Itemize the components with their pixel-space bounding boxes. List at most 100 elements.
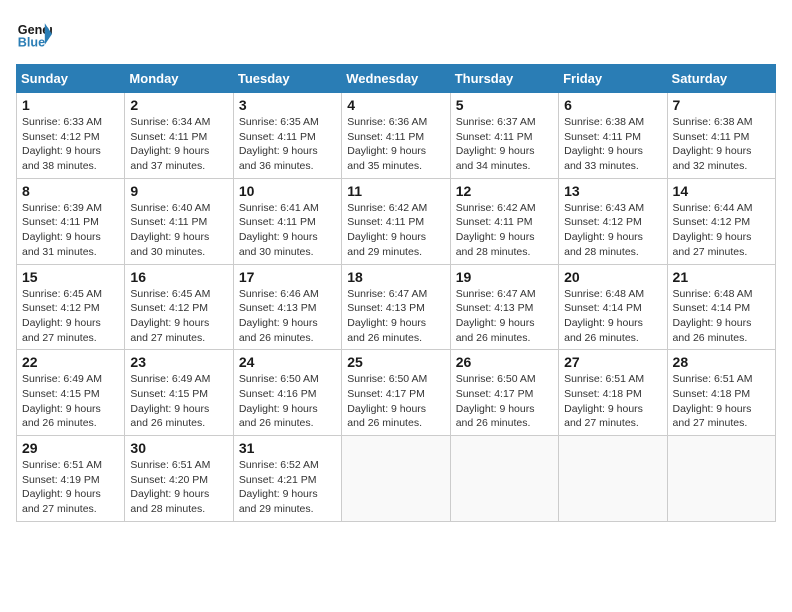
calendar-cell	[559, 436, 667, 522]
calendar-cell: 1 Sunrise: 6:33 AMSunset: 4:12 PMDaylight…	[17, 93, 125, 179]
day-info: Sunrise: 6:42 AMSunset: 4:11 PMDaylight:…	[456, 201, 553, 260]
day-info: Sunrise: 6:41 AMSunset: 4:11 PMDaylight:…	[239, 201, 336, 260]
day-info: Sunrise: 6:48 AMSunset: 4:14 PMDaylight:…	[673, 287, 770, 346]
day-number: 4	[347, 97, 444, 113]
day-number: 7	[673, 97, 770, 113]
calendar-cell: 19Sunrise: 6:47 AMSunset: 4:13 PMDayligh…	[450, 264, 558, 350]
calendar-cell: 24 Sunrise: 6:50 AMSunset: 4:16 PMDayligh…	[233, 350, 341, 436]
header-row: SundayMondayTuesdayWednesdayThursdayFrid…	[17, 65, 776, 93]
calendar-cell: 15 Sunrise: 6:45 AMSunset: 4:12 PMDayligh…	[17, 264, 125, 350]
calendar-cell	[450, 436, 558, 522]
day-info: Sunrise: 6:38 AMSunset: 4:11 PMDaylight:…	[564, 115, 661, 174]
calendar-cell: 27 Sunrise: 6:51 AMSunset: 4:18 PMDayligh…	[559, 350, 667, 436]
day-info: Sunrise: 6:50 AMSunset: 4:16 PMDaylight:…	[239, 372, 336, 431]
day-number: 26	[456, 354, 553, 370]
day-header-monday: Monday	[125, 65, 233, 93]
calendar-cell: 18Sunrise: 6:47 AMSunset: 4:13 PMDayligh…	[342, 264, 450, 350]
day-info: Sunrise: 6:45 AMSunset: 4:12 PMDaylight:…	[130, 287, 227, 346]
day-info: Sunrise: 6:36 AMSunset: 4:11 PMDaylight:…	[347, 115, 444, 174]
calendar-cell: 20 Sunrise: 6:48 AMSunset: 4:14 PMDayligh…	[559, 264, 667, 350]
calendar-cell: 14 Sunrise: 6:44 AMSunset: 4:12 PMDayligh…	[667, 178, 775, 264]
calendar-cell: 13 Sunrise: 6:43 AMSunset: 4:12 PMDayligh…	[559, 178, 667, 264]
day-number: 20	[564, 269, 661, 285]
day-info: Sunrise: 6:34 AMSunset: 4:11 PMDaylight:…	[130, 115, 227, 174]
calendar-cell: 25Sunrise: 6:50 AMSunset: 4:17 PMDayligh…	[342, 350, 450, 436]
calendar-week-3: 15 Sunrise: 6:45 AMSunset: 4:12 PMDayligh…	[17, 264, 776, 350]
day-info: Sunrise: 6:51 AMSunset: 4:18 PMDaylight:…	[673, 372, 770, 431]
calendar-cell: 7Sunrise: 6:38 AMSunset: 4:11 PMDaylight…	[667, 93, 775, 179]
day-number: 10	[239, 183, 336, 199]
day-info: Sunrise: 6:39 AMSunset: 4:11 PMDaylight:…	[22, 201, 119, 260]
day-number: 3	[239, 97, 336, 113]
day-info: Sunrise: 6:51 AMSunset: 4:20 PMDaylight:…	[130, 458, 227, 517]
calendar-cell: 5 Sunrise: 6:37 AMSunset: 4:11 PMDaylight…	[450, 93, 558, 179]
calendar-cell: 2 Sunrise: 6:34 AMSunset: 4:11 PMDaylight…	[125, 93, 233, 179]
day-number: 23	[130, 354, 227, 370]
day-info: Sunrise: 6:52 AMSunset: 4:21 PMDaylight:…	[239, 458, 336, 517]
day-number: 31	[239, 440, 336, 456]
calendar-cell: 17Sunrise: 6:46 AMSunset: 4:13 PMDayligh…	[233, 264, 341, 350]
calendar-week-5: 29Sunrise: 6:51 AMSunset: 4:19 PMDayligh…	[17, 436, 776, 522]
calendar-week-4: 22 Sunrise: 6:49 AMSunset: 4:15 PMDayligh…	[17, 350, 776, 436]
day-number: 11	[347, 183, 444, 199]
calendar-cell: 8 Sunrise: 6:39 AMSunset: 4:11 PMDaylight…	[17, 178, 125, 264]
calendar-cell: 28 Sunrise: 6:51 AMSunset: 4:18 PMDayligh…	[667, 350, 775, 436]
day-number: 1	[22, 97, 119, 113]
day-number: 2	[130, 97, 227, 113]
day-header-wednesday: Wednesday	[342, 65, 450, 93]
day-info: Sunrise: 6:33 AMSunset: 4:12 PMDaylight:…	[22, 115, 119, 174]
day-info: Sunrise: 6:51 AMSunset: 4:19 PMDaylight:…	[22, 458, 119, 517]
logo-icon: General Blue	[16, 16, 52, 52]
calendar-cell: 29Sunrise: 6:51 AMSunset: 4:19 PMDayligh…	[17, 436, 125, 522]
svg-text:Blue: Blue	[18, 36, 45, 50]
day-info: Sunrise: 6:51 AMSunset: 4:18 PMDaylight:…	[564, 372, 661, 431]
day-number: 19	[456, 269, 553, 285]
day-info: Sunrise: 6:43 AMSunset: 4:12 PMDaylight:…	[564, 201, 661, 260]
day-number: 16	[130, 269, 227, 285]
day-number: 9	[130, 183, 227, 199]
calendar-week-2: 8 Sunrise: 6:39 AMSunset: 4:11 PMDaylight…	[17, 178, 776, 264]
day-info: Sunrise: 6:37 AMSunset: 4:11 PMDaylight:…	[456, 115, 553, 174]
day-info: Sunrise: 6:50 AMSunset: 4:17 PMDaylight:…	[456, 372, 553, 431]
day-number: 22	[22, 354, 119, 370]
day-number: 13	[564, 183, 661, 199]
day-info: Sunrise: 6:47 AMSunset: 4:13 PMDaylight:…	[347, 287, 444, 346]
calendar-cell: 16 Sunrise: 6:45 AMSunset: 4:12 PMDayligh…	[125, 264, 233, 350]
day-info: Sunrise: 6:45 AMSunset: 4:12 PMDaylight:…	[22, 287, 119, 346]
day-number: 30	[130, 440, 227, 456]
calendar-cell	[342, 436, 450, 522]
day-info: Sunrise: 6:42 AMSunset: 4:11 PMDaylight:…	[347, 201, 444, 260]
day-header-thursday: Thursday	[450, 65, 558, 93]
day-number: 27	[564, 354, 661, 370]
day-number: 5	[456, 97, 553, 113]
day-header-sunday: Sunday	[17, 65, 125, 93]
day-info: Sunrise: 6:48 AMSunset: 4:14 PMDaylight:…	[564, 287, 661, 346]
calendar-cell: 4 Sunrise: 6:36 AMSunset: 4:11 PMDaylight…	[342, 93, 450, 179]
day-header-friday: Friday	[559, 65, 667, 93]
day-info: Sunrise: 6:35 AMSunset: 4:11 PMDaylight:…	[239, 115, 336, 174]
day-info: Sunrise: 6:49 AMSunset: 4:15 PMDaylight:…	[22, 372, 119, 431]
calendar-cell: 21 Sunrise: 6:48 AMSunset: 4:14 PMDayligh…	[667, 264, 775, 350]
day-header-tuesday: Tuesday	[233, 65, 341, 93]
header: General Blue	[16, 16, 776, 52]
day-number: 8	[22, 183, 119, 199]
calendar-cell: 10 Sunrise: 6:41 AMSunset: 4:11 PMDayligh…	[233, 178, 341, 264]
day-info: Sunrise: 6:44 AMSunset: 4:12 PMDaylight:…	[673, 201, 770, 260]
calendar-table: SundayMondayTuesdayWednesdayThursdayFrid…	[16, 64, 776, 522]
day-info: Sunrise: 6:50 AMSunset: 4:17 PMDaylight:…	[347, 372, 444, 431]
day-number: 21	[673, 269, 770, 285]
logo: General Blue	[16, 16, 52, 52]
day-number: 28	[673, 354, 770, 370]
calendar-cell: 11 Sunrise: 6:42 AMSunset: 4:11 PMDayligh…	[342, 178, 450, 264]
day-info: Sunrise: 6:49 AMSunset: 4:15 PMDaylight:…	[130, 372, 227, 431]
calendar-cell: 6Sunrise: 6:38 AMSunset: 4:11 PMDaylight…	[559, 93, 667, 179]
calendar-cell: 31 Sunrise: 6:52 AMSunset: 4:21 PMDayligh…	[233, 436, 341, 522]
calendar-cell: 23 Sunrise: 6:49 AMSunset: 4:15 PMDayligh…	[125, 350, 233, 436]
day-number: 14	[673, 183, 770, 199]
day-number: 12	[456, 183, 553, 199]
calendar-cell: 12 Sunrise: 6:42 AMSunset: 4:11 PMDayligh…	[450, 178, 558, 264]
day-number: 15	[22, 269, 119, 285]
day-number: 17	[239, 269, 336, 285]
day-number: 24	[239, 354, 336, 370]
calendar-week-1: 1 Sunrise: 6:33 AMSunset: 4:12 PMDaylight…	[17, 93, 776, 179]
